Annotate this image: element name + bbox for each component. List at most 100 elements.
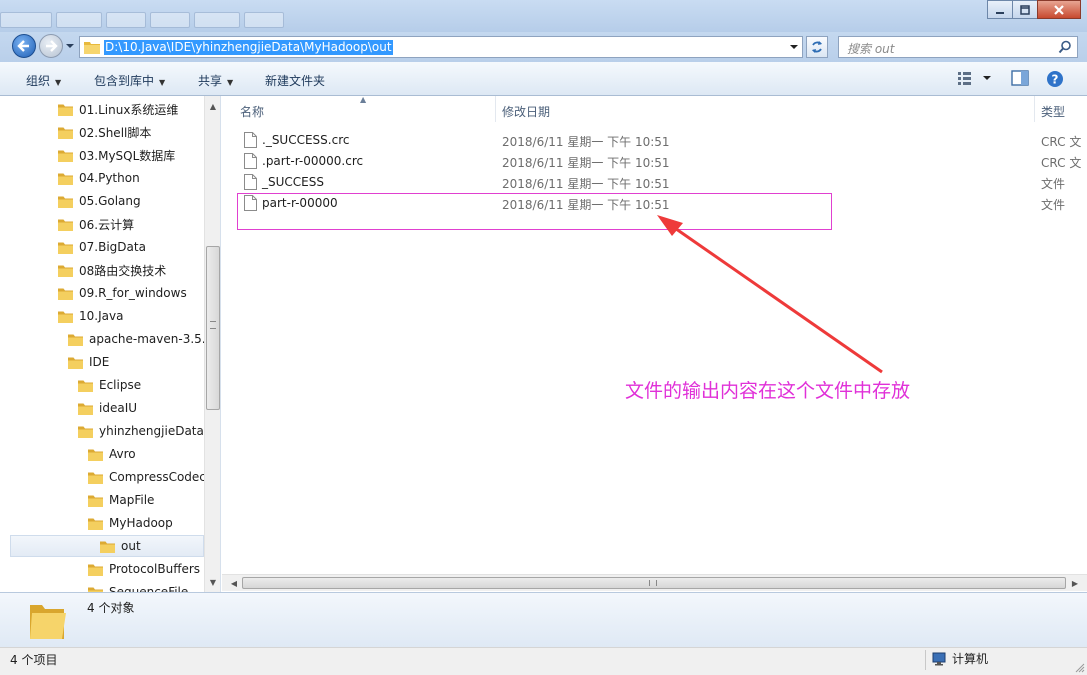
nav-item[interactable]: 09.R_for_windows bbox=[58, 282, 187, 304]
nav-item-label: 09.R_for_windows bbox=[79, 286, 187, 300]
refresh-icon bbox=[812, 41, 822, 53]
folder-icon bbox=[78, 426, 93, 438]
blurred-tab bbox=[244, 12, 284, 28]
status-location: 计算机 bbox=[932, 650, 988, 667]
horizontal-scrollbar[interactable]: ◀ ▶ bbox=[222, 574, 1087, 591]
nav-item[interactable]: 02.Shell脚本 bbox=[58, 121, 151, 143]
scroll-thumb[interactable] bbox=[206, 246, 220, 410]
search-input[interactable]: 搜索 out bbox=[838, 36, 1078, 58]
help-icon: ? bbox=[1047, 71, 1063, 87]
include-in-library-menu[interactable]: 包含到库中 ▼ bbox=[94, 72, 165, 89]
blurred-tab bbox=[194, 12, 240, 28]
share-menu[interactable]: 共享 ▼ bbox=[198, 72, 233, 89]
file-row[interactable]: _SUCCESS 2018/6/11 星期一 下午 10:51 文件 bbox=[222, 172, 1087, 193]
folder-icon bbox=[58, 150, 73, 162]
close-icon bbox=[1054, 4, 1064, 15]
scroll-left-icon[interactable]: ◀ bbox=[226, 575, 242, 591]
refresh-button[interactable] bbox=[806, 36, 828, 58]
chevron-down-icon[interactable] bbox=[789, 43, 799, 51]
minimize-button[interactable] bbox=[987, 0, 1013, 19]
folder-icon bbox=[78, 380, 93, 392]
file-date: 2018/6/11 星期一 下午 10:51 bbox=[502, 156, 670, 170]
file-type: CRC 文 bbox=[1041, 135, 1082, 149]
nav-item[interactable]: 06.云计算 bbox=[58, 213, 134, 235]
recent-pages-dropdown[interactable] bbox=[65, 41, 75, 51]
nav-item[interactable]: 08路由交换技术 bbox=[58, 259, 166, 281]
folder-icon bbox=[68, 357, 83, 369]
status-divider bbox=[925, 650, 926, 670]
file-row[interactable]: ._SUCCESS.crc 2018/6/11 星期一 下午 10:51 CRC 文 bbox=[222, 130, 1087, 151]
folder-icon bbox=[58, 127, 73, 139]
chevron-down-icon: ▼ bbox=[159, 78, 166, 87]
nav-item[interactable]: 10.Java bbox=[58, 305, 123, 327]
nav-item[interactable]: Eclipse bbox=[78, 374, 141, 396]
organize-label: 组织 bbox=[26, 74, 51, 88]
file-type: CRC 文 bbox=[1041, 156, 1082, 170]
resize-grip-icon[interactable] bbox=[1075, 663, 1085, 673]
file-type: 文件 bbox=[1041, 177, 1066, 191]
scroll-right-icon[interactable]: ▶ bbox=[1067, 575, 1083, 591]
nav-item[interactable]: ProtocolBuffers bbox=[88, 558, 200, 580]
new-folder-button[interactable]: 新建文件夹 bbox=[265, 72, 325, 89]
annotation-text: 文件的输出内容在这个文件中存放 bbox=[625, 380, 911, 402]
nav-item-label: 10.Java bbox=[79, 309, 124, 323]
nav-item[interactable]: 01.Linux系统运维 bbox=[58, 98, 178, 120]
folder-icon bbox=[58, 265, 73, 277]
nav-item-label: 01.Linux系统运维 bbox=[79, 102, 179, 117]
grip-icon bbox=[649, 580, 657, 586]
status-location-label: 计算机 bbox=[952, 652, 989, 666]
nav-item[interactable]: yhinzhengjieData bbox=[78, 420, 204, 442]
nav-item-label: 06.云计算 bbox=[79, 217, 135, 232]
arrow-right-icon bbox=[46, 40, 58, 52]
maximize-button[interactable] bbox=[1012, 0, 1038, 19]
nav-scrollbar[interactable]: ▲ ▼ bbox=[204, 96, 220, 592]
forward-button[interactable] bbox=[39, 34, 63, 58]
file-list: ▲ 名称 修改日期 类型 文件的输出内容在这个文件中存放 ◀ ▶ ._SUCCE… bbox=[222, 96, 1087, 592]
address-bar[interactable]: D:\10.Java\IDE\yhinzhengjieData\MyHadoop… bbox=[79, 36, 803, 58]
nav-item-label: SequenceFile bbox=[109, 585, 189, 592]
organize-menu[interactable]: 组织 ▼ bbox=[26, 72, 61, 89]
nav-item[interactable]: out bbox=[10, 535, 204, 557]
close-button[interactable] bbox=[1037, 0, 1081, 19]
item-count: 4 个对象 bbox=[87, 601, 135, 615]
nav-item-label: 02.Shell脚本 bbox=[79, 125, 152, 140]
file-icon bbox=[244, 132, 257, 148]
nav-item[interactable]: IDE bbox=[68, 351, 109, 373]
help-button[interactable]: ? bbox=[1046, 70, 1064, 91]
file-row[interactable]: part-r-00000 2018/6/11 星期一 下午 10:51 文件 bbox=[222, 193, 1087, 214]
file-name: _SUCCESS bbox=[262, 175, 324, 189]
nav-item[interactable]: SequenceFile bbox=[88, 581, 188, 592]
file-row[interactable]: .part-r-00000.crc 2018/6/11 星期一 下午 10:51 C… bbox=[222, 151, 1087, 172]
nav-item[interactable]: Avro bbox=[88, 443, 136, 465]
nav-item[interactable]: ideaIU bbox=[78, 397, 137, 419]
nav-item[interactable]: 04.Python bbox=[58, 167, 140, 189]
nav-item[interactable]: MapFile bbox=[88, 489, 154, 511]
status-bar: 4 个项目 计算机 bbox=[0, 647, 1087, 675]
folder-icon bbox=[88, 495, 103, 507]
nav-item-label: 05.Golang bbox=[79, 194, 141, 208]
address-path[interactable]: D:\10.Java\IDE\yhinzhengjieData\MyHadoop… bbox=[104, 40, 393, 55]
scroll-up-icon[interactable]: ▲ bbox=[205, 98, 220, 114]
nav-item[interactable]: 05.Golang bbox=[58, 190, 141, 212]
file-name: ._SUCCESS.crc bbox=[262, 133, 350, 147]
folder-icon bbox=[88, 564, 103, 576]
preview-pane-icon bbox=[1011, 70, 1029, 86]
computer-icon bbox=[932, 652, 946, 665]
file-date: 2018/6/11 星期一 下午 10:51 bbox=[502, 198, 670, 212]
nav-item-label: 04.Python bbox=[79, 171, 140, 185]
nav-item[interactable]: CompressCodec bbox=[88, 466, 206, 488]
file-date: 2018/6/11 星期一 下午 10:51 bbox=[502, 135, 670, 149]
folder-icon bbox=[88, 449, 103, 461]
view-options-button[interactable] bbox=[957, 70, 991, 89]
file-date: 2018/6/11 星期一 下午 10:51 bbox=[502, 177, 670, 191]
preview-pane-button[interactable] bbox=[1011, 70, 1029, 89]
nav-item[interactable]: MyHadoop bbox=[88, 512, 173, 534]
nav-item[interactable]: 07.BigData bbox=[58, 236, 146, 258]
nav-item[interactable]: 03.MySQL数据库 bbox=[58, 144, 175, 166]
nav-item[interactable]: apache-maven-3.5.0 bbox=[68, 328, 213, 350]
back-button[interactable] bbox=[12, 34, 36, 58]
scroll-down-icon[interactable]: ▼ bbox=[205, 574, 220, 590]
search-icon[interactable] bbox=[1058, 40, 1072, 54]
nav-item-label: ideaIU bbox=[99, 401, 138, 415]
scroll-thumb[interactable] bbox=[242, 577, 1066, 589]
